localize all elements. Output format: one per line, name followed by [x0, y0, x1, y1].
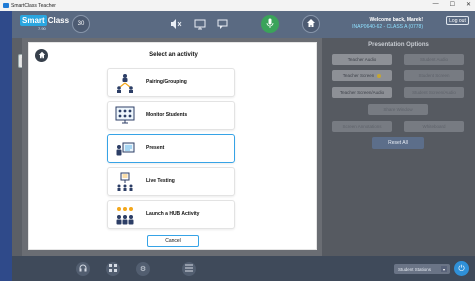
maximize-button[interactable]: ☐	[450, 1, 455, 8]
student-stations-value: Student Stations	[398, 266, 432, 272]
share-window-button[interactable]: Share Window	[368, 104, 428, 115]
welcome-text: Welcome back, Marek!	[369, 17, 423, 23]
microphone-icon	[266, 18, 274, 30]
cancel-button[interactable]: Cancel	[147, 235, 199, 247]
grid-icon	[109, 264, 117, 274]
smartclass-logo: Smart Class 7.90	[20, 15, 69, 33]
modal-title: Select an activity	[149, 52, 198, 58]
headset-button[interactable]	[76, 262, 90, 276]
student-stations-select[interactable]: Student Stations ▾	[394, 264, 450, 274]
gear-icon: ⚙	[139, 266, 147, 273]
connected-count: 30	[77, 21, 85, 27]
reset-all-button[interactable]: Reset All	[372, 137, 424, 149]
logout-button[interactable]: Log out	[446, 16, 469, 25]
activity-label: Launch a HUB Activity	[146, 211, 200, 217]
whiteboard-button[interactable]: Whiteboard	[404, 121, 464, 132]
student-audio-button[interactable]: Student Audio	[404, 54, 464, 65]
select-activity-modal: Select an activity Pairing/Grouping Moni…	[28, 42, 317, 250]
activity-label: Pairing/Grouping	[146, 79, 187, 85]
header-home-button[interactable]	[302, 15, 320, 33]
minimize-button[interactable]: —	[433, 1, 439, 8]
pairing-icon	[117, 74, 133, 93]
student-screen-audio-button[interactable]: Student Screen/Audio	[404, 87, 464, 98]
live-testing-icon	[117, 172, 133, 191]
apps-grid-button[interactable]	[106, 262, 120, 276]
settings-button[interactable]: ⚙	[136, 262, 150, 276]
presentation-options-title: Presentation Options	[368, 42, 429, 48]
volume-icon[interactable]	[170, 18, 182, 34]
teacher-screen-label: Teacher Screen	[342, 73, 375, 78]
presentation-options-panel: Presentation Options Teacher Audio Stude…	[322, 38, 475, 256]
activity-label: Monitor Students	[146, 112, 188, 118]
student-screen-button[interactable]: Student Screen	[404, 70, 464, 81]
logo-class: Class	[47, 16, 70, 25]
logo-version: 7.90	[38, 26, 46, 31]
activity-pairing-grouping[interactable]: Pairing/Grouping	[107, 68, 235, 97]
headset-icon	[79, 264, 87, 274]
microphone-button[interactable]	[261, 15, 279, 33]
power-button[interactable]: ⏻	[454, 261, 469, 276]
teacher-audio-button[interactable]: Teacher Audio	[332, 54, 392, 65]
activity-label: Live Testing	[146, 178, 175, 184]
window-title: SmartClass Teacher	[11, 2, 56, 9]
activity-launch-hub[interactable]: Launch a HUB Activity	[107, 200, 235, 229]
bottom-toolbar: ⚙ Student Stations ▾ ⏻	[12, 256, 475, 281]
status-dot-icon	[377, 73, 382, 78]
logo-smart: Smart	[20, 15, 47, 26]
screen-annotations-button[interactable]: Screen Annotations	[332, 121, 392, 132]
activity-monitor-students[interactable]: Monitor Students	[107, 101, 235, 130]
monitor-icon[interactable]	[194, 18, 206, 34]
chevron-down-icon: ▾	[441, 266, 447, 272]
activity-present[interactable]: Present	[107, 134, 235, 163]
teacher-screen-button[interactable]: Teacher Screen	[332, 70, 392, 81]
activity-label: Present	[146, 145, 165, 151]
present-icon	[116, 142, 135, 156]
connected-students-button[interactable]: 30	[72, 15, 90, 33]
activity-live-testing[interactable]: Live Testing	[107, 167, 235, 196]
app-icon	[3, 3, 9, 8]
chat-icon[interactable]	[217, 18, 229, 34]
home-icon	[306, 18, 316, 30]
menu-button[interactable]	[182, 262, 196, 276]
welcome-block: Welcome back, Marek! INAP0640-62 - CLASS…	[352, 17, 423, 31]
class-id-text: INAP0640-62 - CLASS A (0778)	[352, 24, 423, 30]
list-icon	[185, 264, 193, 274]
close-window-button[interactable]: ✕	[466, 1, 471, 8]
monitor-students-icon	[115, 106, 135, 124]
window-titlebar: SmartClass Teacher — ☐ ✕	[0, 0, 475, 11]
app-header: Smart Class 7.90 30 Welcome back, Marek!…	[12, 11, 475, 38]
hub-activity-icon	[116, 207, 134, 225]
left-strip	[12, 38, 22, 256]
power-icon: ⏻	[458, 263, 465, 273]
teacher-screen-audio-button[interactable]: Teacher Screen/Audio	[332, 87, 392, 98]
